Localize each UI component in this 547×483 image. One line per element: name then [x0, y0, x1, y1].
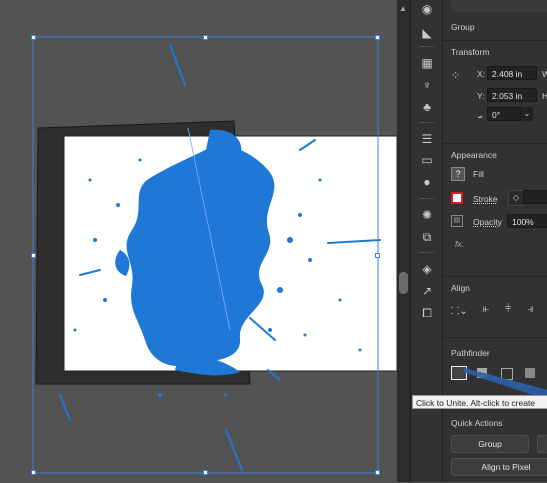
rotate-angle-icon: ⦟ — [477, 110, 483, 121]
y-position-field[interactable]: 2.053 in — [487, 88, 537, 102]
x-label: X: — [477, 69, 486, 79]
opacity-field[interactable]: 100% — [507, 214, 547, 228]
stroke-weight-field[interactable] — [523, 190, 547, 204]
fill-swatch[interactable]: ? — [451, 167, 465, 181]
more-actions-button[interactable] — [537, 435, 547, 453]
scroll-thumb[interactable] — [399, 272, 408, 294]
opacity-icon: ▤ — [451, 215, 463, 227]
graphic-styles-icon[interactable]: ⧉ — [419, 230, 435, 244]
reference-point-icon[interactable]: ⁘ — [451, 69, 460, 82]
transform-section: Transform ⁘ X: 2.408 in W Y: 2.053 in H … — [443, 40, 547, 141]
selection-type-label: Group — [451, 22, 475, 32]
properties-panel: Group Transform ⁘ X: 2.408 in W Y: 2.053… — [442, 0, 547, 482]
layers-icon[interactable]: ◈ — [419, 262, 435, 276]
align-to-selection-icon[interactable]: ⸬⌄ — [451, 303, 468, 317]
appearance-icon[interactable]: ✺ — [419, 208, 435, 222]
x-position-field[interactable]: 2.408 in — [487, 66, 537, 80]
group-button[interactable]: Group — [451, 435, 529, 453]
fx-effects-button[interactable]: fx. — [455, 239, 464, 249]
cursor-streak — [463, 368, 547, 400]
canvas-vertical-scrollbar[interactable]: ▲ — [397, 0, 410, 482]
unite-tooltip: Click to Unite. Alt-click to create — [412, 395, 547, 409]
transform-title: Transform — [451, 47, 490, 57]
y-label: Y: — [477, 91, 485, 101]
rotation-angle-field[interactable]: 0° — [487, 107, 521, 121]
align-section: Align ⸬⌄ ⫦ ⫩ ⫣ — [443, 276, 547, 335]
selection-handle-middle-left[interactable] — [31, 253, 36, 258]
align-left-icon[interactable]: ⫦ — [483, 303, 489, 316]
appearance-title: Appearance — [451, 150, 497, 160]
align-center-icon[interactable]: ⫩ — [505, 303, 511, 316]
panel-icon-strip: ◉ ◣ ▦ ♆ ♣ ☰ ▭ ● ✺ ⧉ ◈ ↗ ⧠ — [410, 0, 442, 482]
scroll-up-arrow-icon[interactable]: ▲ — [399, 4, 407, 13]
stroke-panel-icon[interactable]: ☰ — [419, 132, 435, 146]
selection-handle-bottom-left[interactable] — [31, 470, 36, 475]
opacity-link[interactable]: Opacity — [473, 217, 502, 227]
symbols-icon[interactable]: ♣ — [419, 100, 435, 114]
export-icon[interactable]: ↗ — [419, 284, 435, 298]
strip-grip — [420, 252, 434, 255]
document-icon[interactable]: ◣ — [419, 26, 435, 40]
align-title: Align — [451, 283, 470, 293]
color-wheel-icon[interactable]: ◉ — [419, 2, 435, 16]
align-right-icon[interactable]: ⫣ — [527, 303, 534, 316]
artboard-canvas[interactable] — [0, 0, 397, 482]
stroke-swatch[interactable] — [451, 192, 463, 204]
selection-handle-top-middle[interactable] — [203, 35, 208, 40]
selection-handle-bottom-middle[interactable] — [203, 470, 208, 475]
artwork-svg — [32, 36, 397, 474]
strip-grip — [420, 198, 434, 201]
selection-handle-top-left[interactable] — [31, 35, 36, 40]
selection-handle-top-right[interactable] — [375, 35, 380, 40]
stroke-weight-stepper[interactable]: ◇ — [508, 190, 524, 206]
height-label: H — [542, 91, 547, 101]
strip-grip — [420, 122, 434, 125]
selection-handle-bottom-right[interactable] — [375, 470, 380, 475]
align-to-pixel-grid-button[interactable]: Align to Pixel — [451, 458, 547, 476]
chevron-down-icon[interactable]: ⌄ — [521, 107, 533, 121]
transparency-icon[interactable]: ● — [419, 175, 435, 189]
selection-handle-middle-right[interactable] — [375, 253, 380, 258]
stroke-link[interactable]: Stroke — [473, 194, 498, 204]
strip-grip — [420, 46, 434, 49]
appearance-section: Appearance ? Fill Stroke ◇ ▤ Opacity 100… — [443, 143, 547, 274]
artboards-icon[interactable]: ⧠ — [419, 306, 435, 320]
pathfinder-title: Pathfinder — [451, 348, 490, 358]
width-label: W — [542, 69, 547, 79]
panel-tab-strip — [451, 0, 547, 12]
fill-label: Fill — [473, 169, 484, 179]
gradient-icon[interactable]: ▭ — [419, 153, 435, 167]
brushes-icon[interactable]: ♆ — [419, 78, 435, 92]
swatches-icon[interactable]: ▦ — [419, 56, 435, 70]
quick-actions-section: Quick Actions Group Align to Pixel — [443, 410, 547, 483]
